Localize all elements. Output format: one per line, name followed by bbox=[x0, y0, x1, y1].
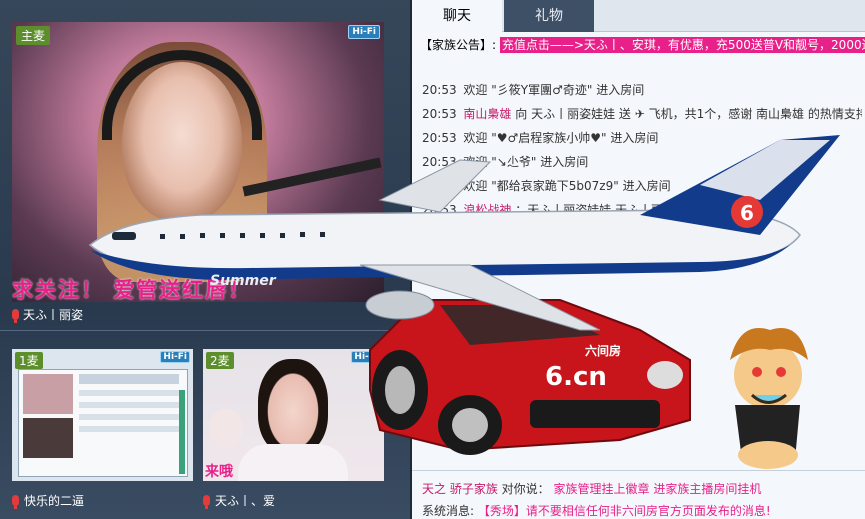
divider bbox=[0, 330, 410, 331]
performer-face bbox=[258, 359, 328, 454]
chat-message: 20:53 欢迎 "彡筱Y軍團♂奇迹" 进入房间 bbox=[422, 83, 645, 97]
chat-user-name[interactable]: 浪松战神 bbox=[463, 203, 511, 217]
tab-bar: 聊天 礼物 bbox=[412, 0, 865, 32]
microphone-icon bbox=[12, 495, 19, 509]
mic1-user-line: 快乐的二逼 bbox=[12, 492, 84, 509]
mic1-tag: 1麦 bbox=[15, 352, 43, 369]
chat-user-name[interactable]: 南山梟雄 bbox=[463, 107, 511, 121]
chat-message: 20:53 欢迎 "都给哀家跪下5b07z9" 进入房间 bbox=[422, 179, 671, 193]
tab-chat[interactable]: 聊天 bbox=[412, 0, 502, 32]
teddy-bear bbox=[209, 409, 243, 449]
mic1-user-name[interactable]: 快乐的二逼 bbox=[24, 492, 84, 509]
chat-user-name[interactable]: "彡筱Y軍團♂奇迹" bbox=[491, 83, 592, 97]
mic2-caption: 来哦 bbox=[205, 464, 233, 480]
private-sender[interactable]: 天之 骄子家族 bbox=[422, 482, 498, 496]
main-mic-tag: 主麦 bbox=[16, 26, 51, 45]
chat-message: 20:53 欢迎 "↘尐爷" 进入房间 bbox=[422, 155, 589, 169]
mic2-video[interactable]: 来哦 2麦 Hi-Fi bbox=[203, 349, 384, 481]
chat-user-name[interactable]: "↘尐爷" bbox=[491, 155, 536, 169]
family-notice: 【家族公告】: 充值点击——>天ふ丨、安琪，有优惠，充500送普V和靓号，200… bbox=[420, 36, 865, 54]
chat-user-name[interactable]: "都给哀家跪下5b07z9" bbox=[491, 179, 619, 193]
mic2-user-name[interactable]: 天ふ丨、爱 bbox=[215, 492, 275, 509]
chat-user-name[interactable]: "♥♂启程家族小帅♥" bbox=[491, 131, 606, 145]
chat-message: 20:53 欢迎 "♥♂启程家族小帅♥" 进入房间 bbox=[422, 131, 659, 145]
mini-screen bbox=[18, 369, 188, 477]
performer-body bbox=[238, 444, 348, 481]
chat-message: 20:53 浪松战神 ：天ふ丨丽姿娃娃 天ふ丨丽姿娃娃 bbox=[422, 203, 700, 217]
main-video[interactable]: 求关注！ 爱管送红唇！ 主麦 Hi-Fi bbox=[12, 22, 384, 302]
video-panel: 求关注！ 爱管送红唇！ 主麦 Hi-Fi 天ふ丨丽姿 1麦 Hi-Fi 来哦 2… bbox=[0, 0, 410, 519]
hifi-badge: Hi-Fi bbox=[351, 351, 381, 363]
hifi-badge: Hi-Fi bbox=[348, 25, 380, 39]
notice-label: 【家族公告】: bbox=[420, 38, 497, 52]
promo-banner: 求关注！ 爱管送红唇！ bbox=[12, 278, 252, 302]
host-name[interactable]: 天ふ丨丽姿 bbox=[23, 306, 83, 323]
microphone-icon bbox=[12, 309, 19, 323]
system-message: 系统消息: 【秀场】请不要相信任何非六间房官方页面发布的消息! bbox=[422, 504, 771, 518]
host-name-line: 天ふ丨丽姿 bbox=[12, 306, 83, 323]
chat-divider bbox=[412, 470, 865, 471]
microphone-icon bbox=[203, 495, 210, 509]
chat-log[interactable]: 20:53 欢迎 "彡筱Y軍團♂奇迹" 进入房间 20:53 南山梟雄 向 天ふ… bbox=[422, 82, 862, 226]
hifi-badge: Hi-Fi bbox=[160, 351, 190, 363]
mic2-tag: 2麦 bbox=[206, 352, 234, 369]
chat-panel: 聊天 礼物 【家族公告】: 充值点击——>天ふ丨、安琪，有优惠，充500送普V和… bbox=[412, 0, 865, 519]
tab-gifts[interactable]: 礼物 bbox=[504, 0, 594, 32]
mic1-video[interactable]: 1麦 Hi-Fi bbox=[12, 349, 193, 481]
mic2-user-line: 天ふ丨、爱 bbox=[203, 492, 275, 509]
notice-link[interactable]: 充值点击——>天ふ丨、安琪，有优惠，充500送普V和靓号，2000送 bbox=[499, 37, 865, 53]
chat-message: 20:53 南山梟雄 向 天ふ丨丽姿娃娃 送 ✈ 飞机，共1个，感谢 南山梟雄 … bbox=[422, 107, 862, 121]
private-message: 天之 骄子家族 对你说： 家族管理挂上徽章 进家族主播房间挂机 bbox=[422, 482, 762, 496]
